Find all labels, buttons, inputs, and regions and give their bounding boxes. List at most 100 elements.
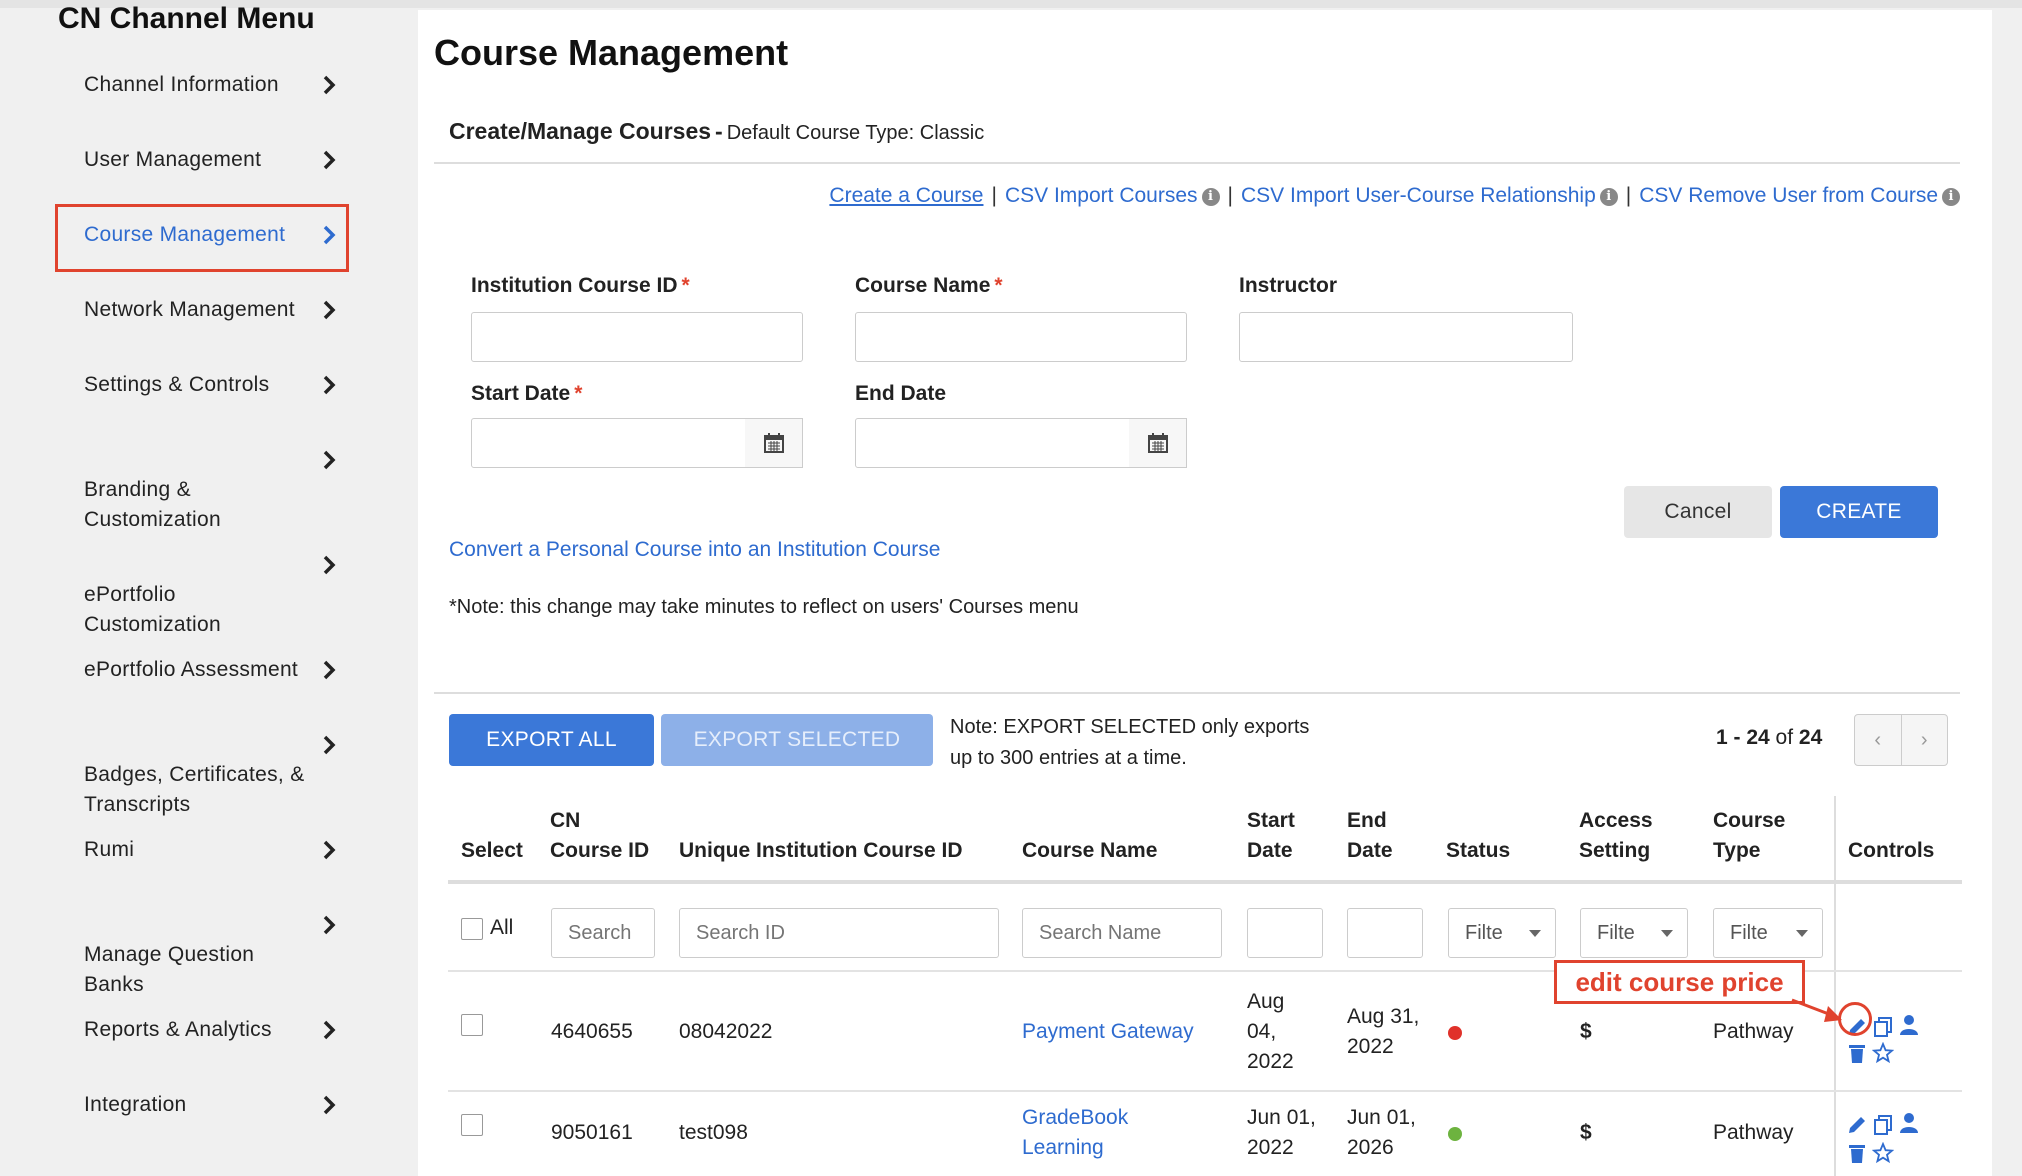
chevron-right-icon [318,914,340,936]
subtitle-bold: Create/Manage Courses [449,118,712,144]
course-name-input[interactable] [855,312,1187,362]
edit-icon[interactable] [1846,1114,1868,1136]
end-date-input[interactable] [855,418,1131,468]
caret-down-icon [1796,930,1808,937]
user-icon[interactable] [1898,1014,1920,1036]
sidebar-item-branding-customization[interactable]: Branding & Customization [84,445,340,565]
create-button[interactable]: CREATE [1780,486,1938,538]
header-start-date: Date [1247,839,1293,862]
chevron-right-icon [318,374,340,396]
sidebar-item-channel-information[interactable]: Channel Information [84,70,340,100]
sidebar-item-user-management[interactable]: User Management [84,145,340,175]
chevron-right-icon [318,74,340,96]
institution-course-id-input[interactable] [471,312,803,362]
divider [434,162,1960,164]
info-icon[interactable]: i [1201,188,1220,206]
trash-icon[interactable] [1846,1042,1868,1064]
course-action-links: Create a Course | CSV Import Courses i | CSV … [829,184,1960,208]
instructor-label: Instructor [1239,274,1338,297]
type-filter-select[interactable]: Filte [1713,908,1823,958]
info-icon[interactable]: i [1942,188,1960,206]
pagination-summary: 1 - 24 of 24 [1716,726,1823,749]
course-name-label: Course Name * [855,274,1003,297]
annotation-label: edit course price [1554,960,1805,1004]
change-note: *Note: this change may take minutes to r… [449,596,1079,618]
status-filter-select[interactable]: Filte [1448,908,1556,958]
star-icon[interactable] [1871,1041,1895,1064]
end-date: Jun 01, 2026 [1347,1106,1416,1159]
row-checkbox[interactable] [461,1114,483,1136]
header-cn: CN [550,809,581,832]
header-start: Start [1247,809,1295,832]
course-name-search-input[interactable] [1022,908,1222,958]
cn-course-id: 4640655 [551,1020,633,1043]
header-end-date: Date [1347,839,1393,862]
sidebar-item-reports-analytics[interactable]: Reports & Analytics [84,1015,340,1045]
copy-icon[interactable] [1872,1114,1894,1136]
previous-page-button[interactable]: ‹ [1855,715,1901,765]
header-controls: Controls [1848,839,1935,862]
separator: | [991,184,997,207]
access-filter-select[interactable]: Filte [1580,908,1688,958]
next-page-button[interactable]: › [1900,715,1948,765]
course-type: Pathway [1713,1121,1794,1144]
header-status: Status [1446,839,1511,862]
access-setting: $ [1580,1121,1592,1144]
start-date-label: Start Date * [471,382,583,405]
sidebar-item-label: Integration [84,1093,187,1116]
sidebar-item-eportfolio-customization[interactable]: ePortfolio Customization [84,550,340,670]
sidebar-item-label: Rumi [84,838,135,861]
unique-id-search-input[interactable] [679,908,999,958]
pagination-controls: ‹ › [1854,714,1948,766]
csv-remove-user-link[interactable]: CSV Remove User from Course [1639,184,1938,207]
start-date-input[interactable] [471,418,747,468]
sidebar-item-label: User Management [84,148,262,171]
cn-id-search-input[interactable] [551,908,655,958]
csv-import-courses-link[interactable]: CSV Import Courses [1005,184,1198,207]
sidebar-item-manage-question-banks[interactable]: Manage Question Banks [84,910,340,1030]
sidebar-item-integration[interactable]: Integration [84,1090,340,1120]
status-indicator [1448,1127,1462,1141]
institution-course-id-label: Institution Course ID * [471,274,690,297]
export-all-button[interactable]: EXPORT ALL [449,714,654,766]
trash-icon[interactable] [1846,1142,1868,1164]
end-date: Aug 31, 2022 [1347,1005,1420,1058]
header-course-name: Course Name [1022,839,1158,862]
export-selected-button[interactable]: EXPORT SELECTED [661,714,933,766]
select-all-checkbox[interactable] [461,918,483,940]
create-course-link[interactable]: Create a Course [829,184,983,207]
sidebar-item-label: Manage Question Banks [84,943,255,996]
csv-import-relationship-link[interactable]: CSV Import User-Course Relationship [1241,184,1596,207]
chevron-right-icon [318,839,340,861]
cancel-button[interactable]: Cancel [1624,486,1772,538]
sidebar-item-label: Reports & Analytics [84,1018,272,1041]
convert-personal-course-link[interactable]: Convert a Personal Course into an Instit… [449,538,940,562]
caret-down-icon [1529,930,1541,937]
instructor-input[interactable] [1239,312,1573,362]
sidebar-item-settings-controls[interactable]: Settings & Controls [84,370,340,400]
sidebar-item-badges-certificates[interactable]: Badges, Certificates, & Transcripts [84,730,340,850]
chevron-right-icon [318,1019,340,1041]
start-date-filter-input[interactable] [1247,908,1323,958]
row-checkbox[interactable] [461,1014,483,1036]
copy-icon[interactable] [1872,1016,1894,1038]
header-access-setting: Setting [1579,839,1651,862]
active-item-highlight [55,204,349,272]
sidebar-item-label: Channel Information [84,73,279,96]
star-icon[interactable] [1871,1141,1895,1164]
unique-course-id: 08042022 [679,1020,773,1043]
user-icon[interactable] [1898,1112,1920,1134]
end-date-filter-input[interactable] [1347,908,1423,958]
course-name-link[interactable]: GradeBook Learning [1022,1103,1128,1163]
sidebar-item-rumi[interactable]: Rumi [84,835,340,865]
course-name-link[interactable]: Payment Gateway [1022,1017,1194,1047]
end-date-calendar-button[interactable] [1129,418,1187,468]
sidebar-item-eportfolio-assessment[interactable]: ePortfolio Assessment [84,655,340,685]
page-title: Course Management [434,32,789,73]
info-icon[interactable]: i [1599,188,1618,206]
header-divider [448,880,1962,884]
status-indicator [1448,1026,1462,1040]
start-date-calendar-button[interactable] [745,418,803,468]
sidebar-item-network-management[interactable]: Network Management [84,295,340,325]
sidebar-item-label: Branding & Customization [84,478,221,531]
